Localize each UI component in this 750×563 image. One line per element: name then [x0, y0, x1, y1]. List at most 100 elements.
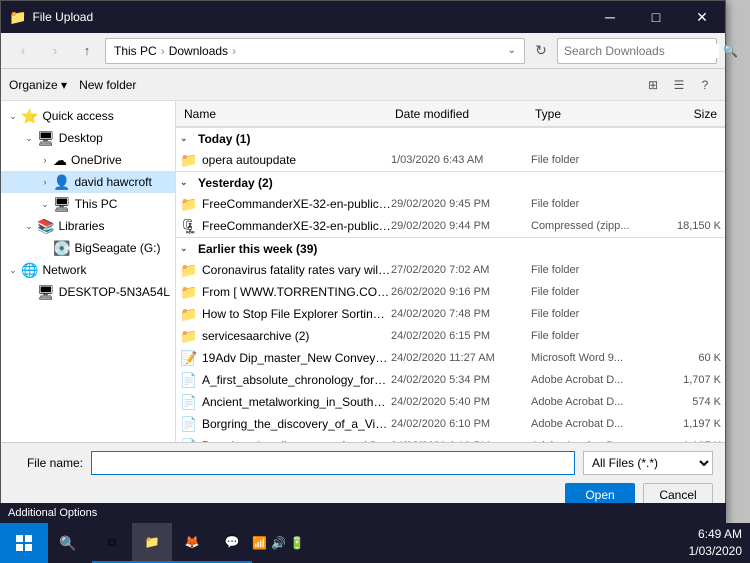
- search-icon: 🔍: [723, 44, 738, 58]
- file-row[interactable]: 📄 A_first_absolute_chronology_for_Late_N…: [176, 369, 725, 391]
- taskbar: 🔍 ⧉ 📁 🦊 💬 📶 🔊 🔋 6:49 AM 1/03/2020: [0, 523, 750, 563]
- organize-bar: Organize ▾ New folder ⊞ ☰ ?: [1, 69, 725, 101]
- titlebar-controls: ─ □ ✕: [587, 1, 725, 33]
- file-row[interactable]: 📁 From [ WWW.TORRENTING.COM ] - DMT... 2…: [176, 281, 725, 303]
- sidebar-item-quick-access[interactable]: ⌄ ⭐ Quick access: [1, 105, 175, 127]
- windows-logo-icon: [15, 534, 33, 552]
- titlebar: 📁 File Upload ─ □ ✕: [1, 1, 725, 33]
- navigation-toolbar: ‹ › ↑ This PC › Downloads › ⌄ ↻ 🔍: [1, 33, 725, 69]
- file-row[interactable]: 📁 FreeCommanderXE-32-en-public_setup 29/…: [176, 193, 725, 215]
- folder-icon: 📁: [180, 328, 198, 345]
- organize-button[interactable]: Organize ▾: [9, 78, 67, 92]
- view-list-button[interactable]: ⊞: [641, 73, 665, 97]
- pdf-icon: 📄: [180, 372, 198, 389]
- taskbar-battery-icon: 🔋: [290, 536, 305, 550]
- folder-icon: 📁: [180, 196, 198, 213]
- expand-icon: ⌄: [5, 265, 21, 276]
- taskbar-task-view[interactable]: ⧉: [92, 523, 132, 563]
- folder-icon: 📁: [180, 284, 198, 301]
- close-button[interactable]: ✕: [679, 1, 725, 33]
- col-header-name[interactable]: Name: [180, 107, 391, 121]
- address-bar[interactable]: This PC › Downloads › ⌄: [105, 38, 525, 64]
- taskbar-firefox[interactable]: 🦊: [172, 523, 212, 563]
- group-today[interactable]: ⌄ Today (1): [176, 127, 725, 149]
- group-yesterday[interactable]: ⌄ Yesterday (2): [176, 171, 725, 193]
- folder-icon: 📁: [180, 152, 198, 169]
- minimize-button[interactable]: ─: [587, 1, 633, 33]
- pdf-icon: 📄: [180, 416, 198, 433]
- new-folder-button[interactable]: New folder: [79, 78, 136, 92]
- file-row[interactable]: 🗜 FreeCommanderXE-32-en-public_setup.z..…: [176, 215, 725, 237]
- help-button[interactable]: ?: [693, 73, 717, 97]
- file-row[interactable]: 📁 How to Stop File Explorer Sorting by W…: [176, 303, 725, 325]
- taskbar-system-tray: 📶 🔊 🔋: [252, 536, 305, 550]
- filename-row: File name: All Files (*.*) Text Files (*…: [13, 451, 713, 475]
- group-earlier[interactable]: ⌄ Earlier this week (39): [176, 237, 725, 259]
- address-downloads: Downloads: [169, 44, 228, 58]
- file-upload-window: 📁 File Upload ─ □ ✕ ‹ › ↑ This PC › Down…: [0, 0, 726, 523]
- zip-icon: 🗜: [180, 218, 198, 235]
- sidebar-item-this-pc[interactable]: ⌄ 🖥 This PC: [1, 193, 175, 215]
- view-details-button[interactable]: ☰: [667, 73, 691, 97]
- sidebar-item-desktop[interactable]: ⌄ 🖥 Desktop: [1, 127, 175, 149]
- group-expand-icon: ⌄: [180, 177, 196, 188]
- taskbar-search-button[interactable]: 🔍: [48, 523, 88, 563]
- filename-label: File name:: [13, 456, 83, 470]
- sidebar-item-bigseagate[interactable]: 💽 BigSeagate (G:): [1, 237, 175, 259]
- sidebar-item-david-hawcroft[interactable]: › 👤 david hawcroft: [1, 171, 175, 193]
- address-this-pc: This PC: [114, 44, 157, 58]
- start-button[interactable]: [0, 523, 48, 563]
- pdf-icon: 📄: [180, 394, 198, 411]
- taskbar-sound-icon: 🔊: [271, 536, 286, 550]
- taskbar-date-display: 1/03/2020: [689, 543, 742, 560]
- filetype-select[interactable]: All Files (*.*) Text Files (*.txt) PDF F…: [583, 451, 713, 475]
- taskbar-skype[interactable]: 💬: [212, 523, 252, 563]
- sidebar-item-network[interactable]: ⌄ 🌐 Network: [1, 259, 175, 281]
- folder-icon: 📁: [180, 306, 198, 323]
- file-row[interactable]: 📄 Borgring_the_discovery_of_a_Viking_Age…: [176, 413, 725, 435]
- search-box: 🔍: [557, 38, 717, 64]
- sidebar: ⌄ ⭐ Quick access ⌄ 🖥 Desktop › ☁ OneDriv…: [1, 101, 176, 442]
- word-icon: 📝: [180, 350, 198, 367]
- expand-icon: ›: [37, 155, 53, 165]
- col-header-size[interactable]: Size: [651, 107, 721, 121]
- expand-icon: ⌄: [5, 111, 21, 122]
- refresh-button[interactable]: ↻: [529, 39, 553, 63]
- window-icon: 📁: [9, 9, 26, 26]
- file-row[interactable]: 📄 Ancient_metalworking_in_South_Americ..…: [176, 391, 725, 413]
- additional-options-label: Additional Options: [8, 507, 97, 519]
- window-title: File Upload: [32, 10, 587, 24]
- taskbar-clock[interactable]: 6:49 AM 1/03/2020: [689, 526, 742, 560]
- group-expand-icon: ⌄: [180, 133, 196, 144]
- sidebar-item-onedrive[interactable]: › ☁ OneDrive: [1, 149, 175, 171]
- col-header-date[interactable]: Date modified: [391, 107, 531, 121]
- address-dropdown-icon[interactable]: ⌄: [508, 45, 516, 56]
- file-row[interactable]: 📄 Borgring_the_discovery_of_a_Viking_Age…: [176, 435, 725, 442]
- filename-input[interactable]: [91, 451, 575, 475]
- additional-options-bar: Additional Options: [0, 503, 726, 523]
- forward-button[interactable]: ›: [41, 37, 69, 65]
- back-button[interactable]: ‹: [9, 37, 37, 65]
- taskbar-time-display: 6:49 AM: [689, 526, 742, 543]
- sidebar-item-libraries[interactable]: ⌄ 📚 Libraries: [1, 215, 175, 237]
- expand-icon: ⌄: [21, 221, 37, 232]
- expand-icon: ⌄: [21, 133, 37, 144]
- content-area: ⌄ ⭐ Quick access ⌄ 🖥 Desktop › ☁ OneDriv…: [1, 101, 725, 442]
- file-row[interactable]: 📁 opera autoupdate 1/03/2020 6:43 AM Fil…: [176, 149, 725, 171]
- folder-icon: 📁: [180, 262, 198, 279]
- taskbar-network-icon: 📶: [252, 536, 267, 550]
- file-list: Name Date modified Type Size ⌄ Today (1)…: [176, 101, 725, 442]
- group-expand-icon: ⌄: [180, 243, 196, 254]
- column-headers: Name Date modified Type Size: [176, 101, 725, 127]
- file-row[interactable]: 📝 19Adv Dip_master_New Conveyancing2... …: [176, 347, 725, 369]
- expand-icon: ›: [37, 177, 53, 187]
- view-icons: ⊞ ☰ ?: [641, 73, 717, 97]
- up-button[interactable]: ↑: [73, 37, 101, 65]
- search-input[interactable]: [564, 44, 719, 58]
- maximize-button[interactable]: □: [633, 1, 679, 33]
- taskbar-file-explorer[interactable]: 📁: [132, 523, 172, 563]
- file-row[interactable]: 📁 Coronavirus fatality rates vary wildly…: [176, 259, 725, 281]
- sidebar-item-desktop-n3a[interactable]: 🖥 DESKTOP-5N3A54L: [1, 281, 175, 303]
- col-header-type[interactable]: Type: [531, 107, 651, 121]
- file-row[interactable]: 📁 servicesaarchive (2) 24/02/2020 6:15 P…: [176, 325, 725, 347]
